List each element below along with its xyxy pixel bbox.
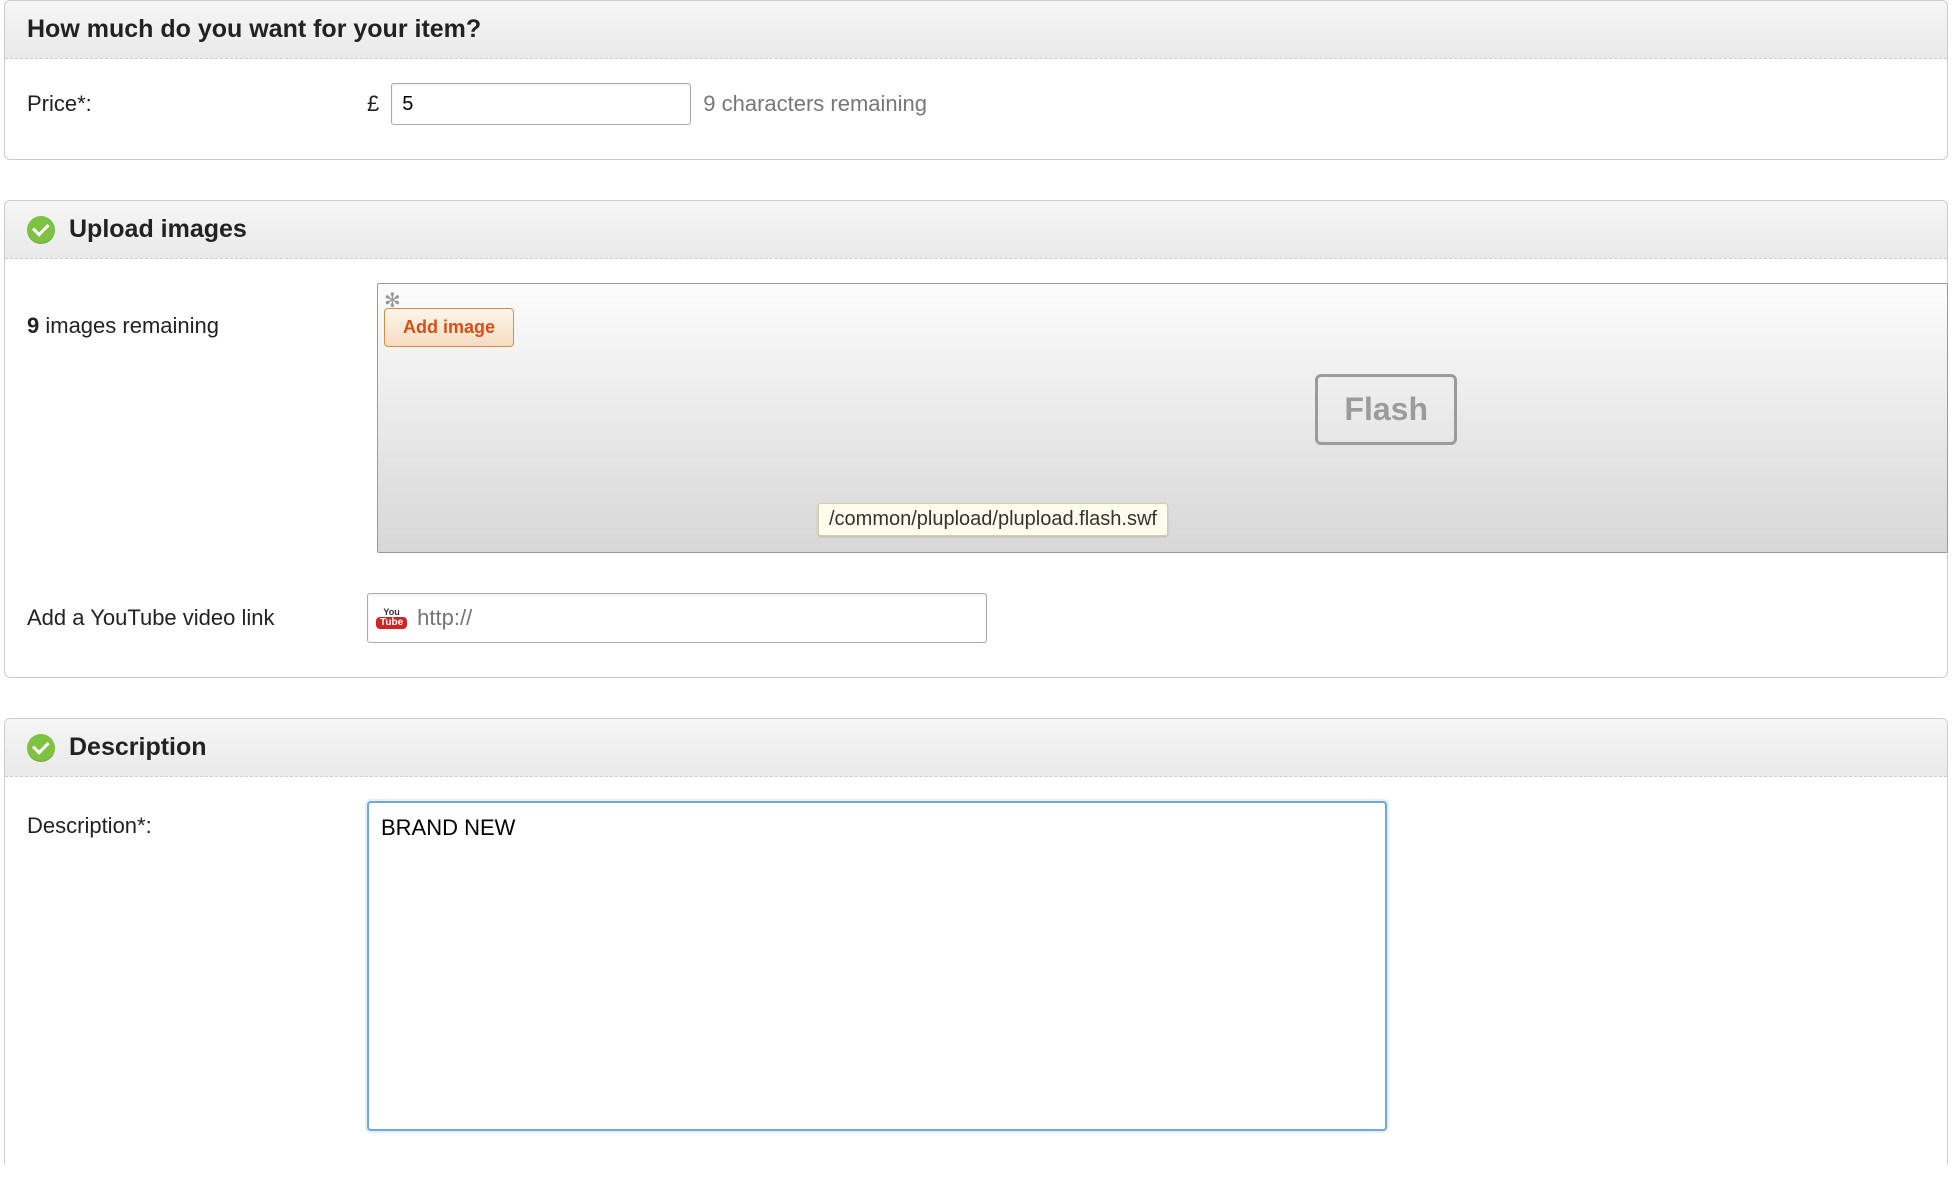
price-section-title: How much do you want for your item? xyxy=(27,15,481,44)
youtube-input[interactable] xyxy=(415,604,978,632)
youtube-row: Add a YouTube video link You Tube xyxy=(27,593,1925,643)
description-section: Description Description*: xyxy=(4,718,1948,1165)
check-icon xyxy=(27,734,55,762)
youtube-label: Add a YouTube video link xyxy=(27,605,367,631)
description-section-header: Description xyxy=(5,719,1947,777)
upload-section-title: Upload images xyxy=(69,215,247,244)
price-section: How much do you want for your item? Pric… xyxy=(4,0,1948,160)
youtube-input-wrap[interactable]: You Tube xyxy=(367,593,987,643)
upload-panel: ✻ Add image Flash /common/plupload/plupl… xyxy=(377,283,1948,553)
images-remaining-count: 9 xyxy=(27,313,39,338)
description-section-title: Description xyxy=(69,733,207,762)
upload-section-header: Upload images xyxy=(5,201,1947,259)
description-label: Description*: xyxy=(27,801,367,839)
price-row: Price*: £ 9 characters remaining xyxy=(27,83,1925,125)
price-section-header: How much do you want for your item? xyxy=(5,1,1947,59)
add-image-button[interactable]: Add image xyxy=(384,308,514,347)
images-remaining-text: images remaining xyxy=(39,313,219,338)
images-remaining: 9 images remaining xyxy=(27,283,377,339)
price-input[interactable] xyxy=(391,83,691,125)
youtube-icon: You Tube xyxy=(376,608,407,629)
flash-tooltip: /common/plupload/plupload.flash.swf xyxy=(818,503,1168,536)
check-icon xyxy=(27,216,55,244)
flash-placeholder[interactable]: Flash xyxy=(1315,374,1457,445)
upload-section: Upload images 9 images remaining ✻ Add i… xyxy=(4,200,1948,678)
price-label: Price*: xyxy=(27,91,367,117)
description-textarea[interactable] xyxy=(367,801,1387,1131)
price-chars-remaining: 9 characters remaining xyxy=(703,91,927,117)
currency-symbol: £ xyxy=(367,91,379,117)
